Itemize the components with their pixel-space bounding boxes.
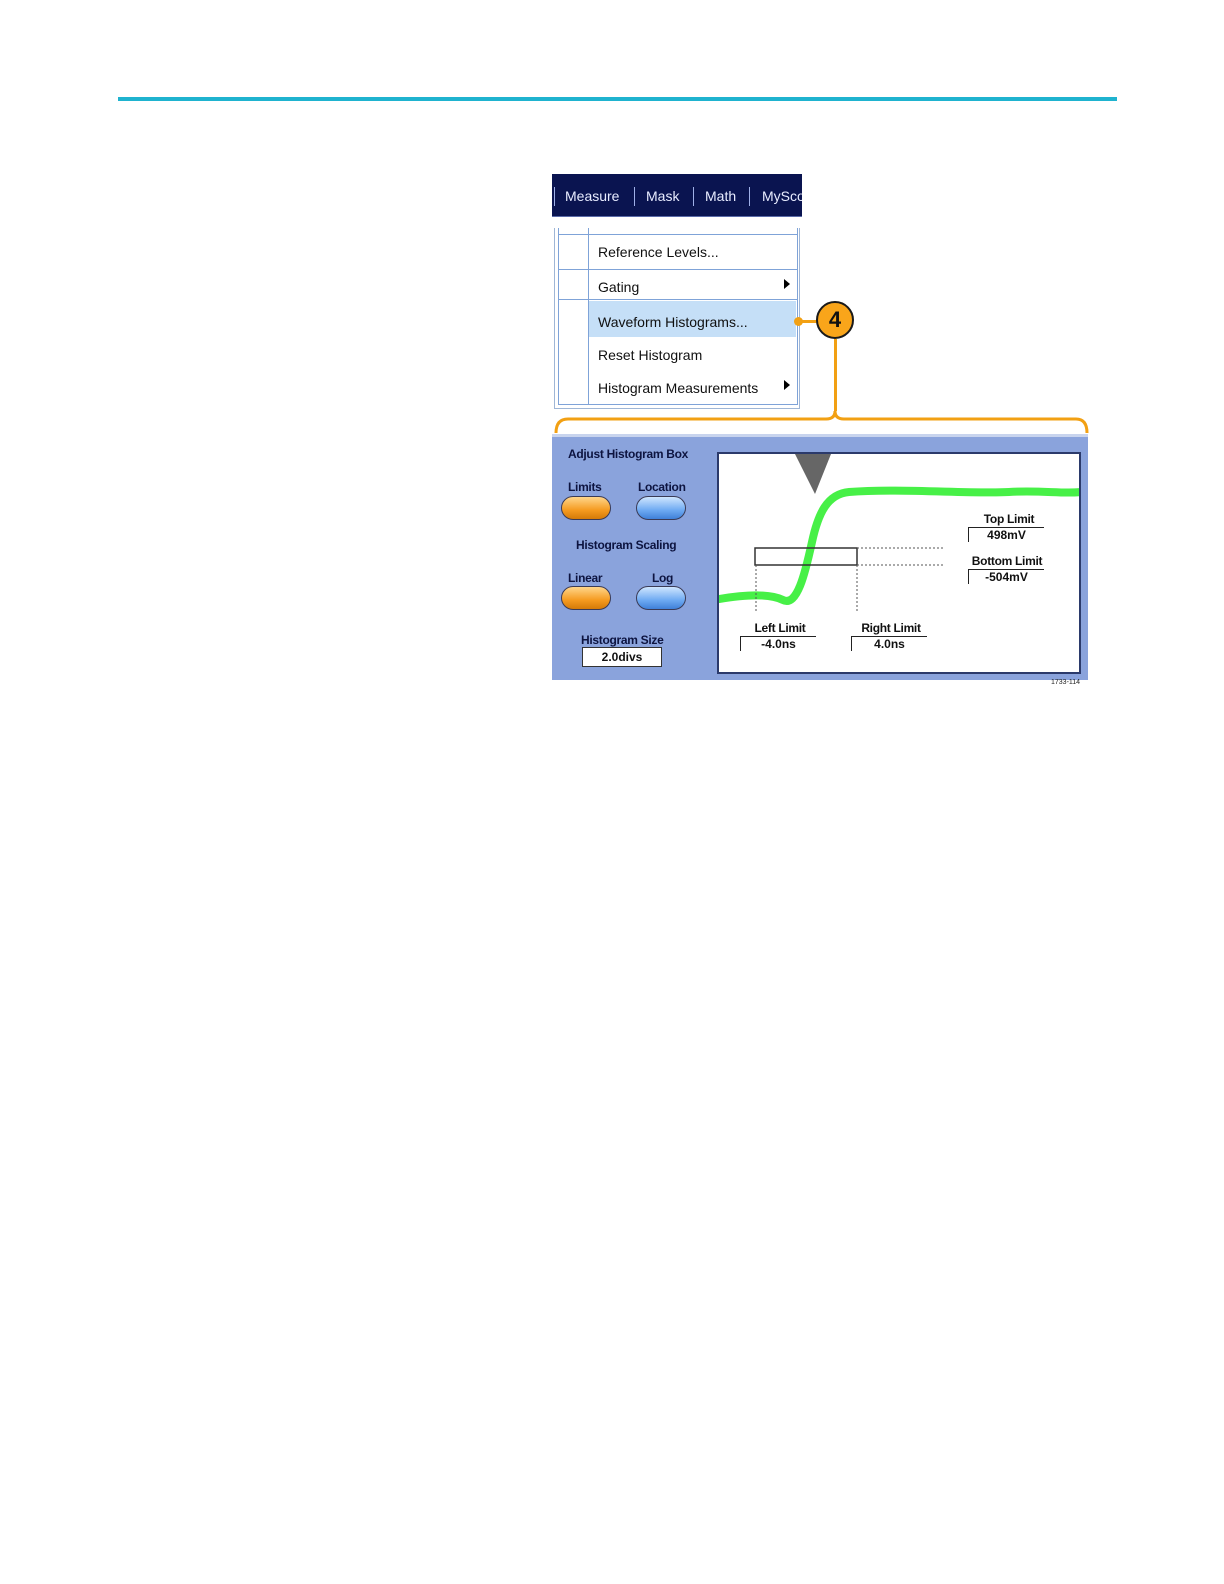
- menu-math[interactable]: Math: [705, 187, 736, 206]
- menu-divider: [558, 299, 798, 300]
- menu-separator: [693, 187, 694, 206]
- menu-separator: [554, 187, 555, 206]
- left-limit-label: Left Limit: [754, 621, 806, 635]
- menu-bar: Measure Mask Math MySco: [552, 174, 802, 217]
- scaling-title: Histogram Scaling: [576, 538, 677, 552]
- submenu-arrow-icon: [784, 279, 790, 289]
- adjust-box-title: Adjust Histogram Box: [568, 447, 689, 461]
- histogram-size-field[interactable]: 2.0divs: [582, 647, 662, 667]
- top-rule: [118, 97, 1117, 101]
- menu-measure[interactable]: Measure: [565, 187, 619, 206]
- bottom-limit-value[interactable]: -504mV: [968, 569, 1044, 584]
- waveform-histogram-panel: Adjust Histogram Box Limits Location His…: [552, 434, 1088, 680]
- callout-stem: [834, 339, 837, 411]
- location-label: Location: [638, 480, 686, 494]
- right-limit-value[interactable]: 4.0ns: [851, 636, 927, 651]
- menu-divider: [558, 234, 798, 235]
- menu-icon-gutter: [559, 228, 589, 404]
- left-limit-value[interactable]: -4.0ns: [740, 636, 816, 651]
- right-limit-label: Right Limit: [861, 621, 921, 635]
- menu-mask[interactable]: Mask: [646, 187, 679, 206]
- histogram-display: Top Limit 498mV Bottom Limit -504mV Left…: [717, 452, 1081, 674]
- menu-item-reference-levels[interactable]: Reference Levels...: [598, 243, 719, 261]
- log-label: Log: [652, 571, 674, 585]
- menu-item-histogram-measurements[interactable]: Histogram Measurements: [598, 379, 758, 397]
- top-limit-label: Top Limit: [983, 512, 1035, 526]
- limits-label: Limits: [568, 480, 602, 494]
- bottom-limit-label: Bottom Limit: [971, 554, 1043, 568]
- trigger-marker-icon: [795, 454, 831, 494]
- measure-dropdown-menu: Reference Levels... Gating Waveform Hist…: [554, 228, 800, 409]
- bracket-connector: [554, 410, 1089, 434]
- top-limit-value[interactable]: 498mV: [968, 527, 1044, 542]
- location-button[interactable]: [636, 496, 686, 520]
- menu-separator: [634, 187, 635, 206]
- submenu-arrow-icon: [784, 380, 790, 390]
- menu-divider: [558, 269, 798, 270]
- limits-button[interactable]: [561, 496, 611, 520]
- menu-separator: [749, 187, 750, 206]
- callout-dot: [794, 317, 803, 326]
- linear-button[interactable]: [561, 586, 611, 610]
- linear-label: Linear: [568, 571, 603, 585]
- log-button[interactable]: [636, 586, 686, 610]
- menu-item-gating[interactable]: Gating: [598, 278, 639, 296]
- step-callout: 4: [816, 301, 854, 339]
- menu-myscope[interactable]: MySco: [762, 187, 802, 206]
- menu-item-reset-histogram[interactable]: Reset Histogram: [598, 346, 702, 364]
- menu-item-waveform-histograms[interactable]: Waveform Histograms...: [598, 313, 748, 331]
- figure-id: 1733-114: [1051, 679, 1081, 686]
- histogram-size-label: Histogram Size: [581, 633, 664, 647]
